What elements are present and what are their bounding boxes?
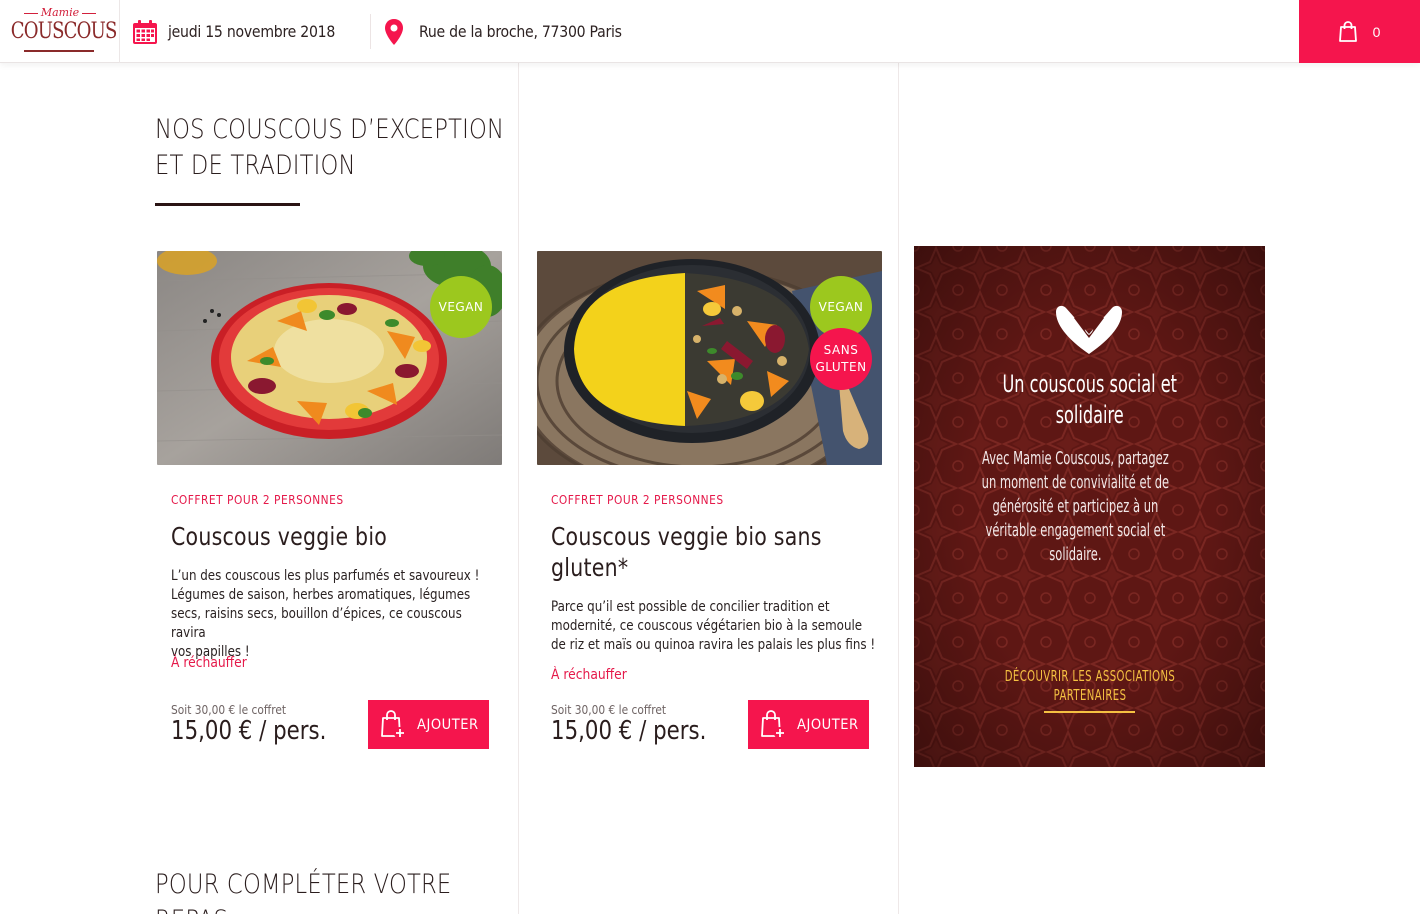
add-to-cart-button[interactable]: AJOUTER <box>368 700 489 749</box>
product-photo-couscous-veggie[interactable]: VEGAN <box>157 251 502 465</box>
product-name-line: gluten* <box>551 553 629 582</box>
section-title-line: POUR COMPLÉTER VOTRE <box>155 869 452 900</box>
delivery-date: jeudi 15 novembre 2018 <box>168 22 336 41</box>
section-title-line: REPAS <box>155 903 508 914</box>
product-description: Parce qu’il est possible de concilier tr… <box>551 598 879 655</box>
product-name[interactable]: Couscous veggie bio <box>171 521 483 552</box>
box-price-note: Soit 30,00 € le coffret <box>551 702 667 717</box>
section-title-complete-meal: POUR COMPLÉTER VOTRE REPAS <box>155 867 508 914</box>
promo-text: Avec Mamie Couscous, partagez un moment … <box>954 447 1225 567</box>
promo-text-line: solidaire. <box>1048 544 1102 565</box>
hands-heart-icon <box>1056 305 1122 354</box>
description-line: Légumes de saison, herbes aromatiques, l… <box>171 587 471 603</box>
promo-text-line: un moment de convivialité et de <box>981 472 1169 493</box>
header-divider <box>370 14 371 49</box>
promo-link-line: DÉCOUVRIR LES ASSOCIATIONS <box>1004 667 1175 685</box>
logo[interactable]: Mamie COUSCOUS <box>0 0 120 63</box>
product-name-line: Couscous veggie bio sans <box>551 522 822 551</box>
map-pin-icon <box>385 18 403 45</box>
product-photo-couscous-sans-gluten[interactable]: VEGAN SANS GLUTEN <box>537 251 882 465</box>
bag-plus-icon <box>761 709 786 739</box>
price-per-person: 15,00 € / pers. <box>171 716 327 746</box>
product-name[interactable]: Couscous veggie bio sans gluten* <box>551 521 863 583</box>
header: Mamie COUSCOUS jeudi 15 novembre 2018 Ru… <box>0 0 1420 63</box>
product-kicker: COFFRET POUR 2 PERSONNES <box>551 492 724 507</box>
promo-text-line: générosité et participez à un <box>992 496 1158 517</box>
logo-script: Mamie <box>0 6 120 19</box>
reheat-note: À réchauffer <box>551 667 627 683</box>
section-title-line: ET DE TRADITION <box>155 150 356 181</box>
promo-title-line: solidaire <box>1055 401 1124 429</box>
promo-text-line: véritable engagement social et <box>985 520 1165 541</box>
description-line: de riz et maïs ou quinoa ravira les pala… <box>551 637 876 653</box>
description-line: secs, raisins secs, bouillon d’épices, c… <box>171 606 462 641</box>
logo-underline <box>24 50 94 52</box>
add-button-label: AJOUTER <box>797 716 859 733</box>
delivery-address: Rue de la broche, 77300 Paris <box>419 22 622 41</box>
bag-plus-icon <box>381 709 406 739</box>
shopping-bag-icon <box>1338 21 1357 42</box>
add-button-label: AJOUTER <box>417 716 479 733</box>
calendar-icon <box>133 19 157 44</box>
cart-count: 0 <box>1372 23 1381 40</box>
add-to-cart-button[interactable]: AJOUTER <box>748 700 869 749</box>
discover-associations-link[interactable]: DÉCOUVRIR LES ASSOCIATIONS PARTENAIRES <box>914 667 1265 705</box>
promo-link-line: PARTENAIRES <box>1053 686 1126 704</box>
promo-text-line: Avec Mamie Couscous, partagez <box>981 448 1169 469</box>
promo-link-underline <box>1044 711 1135 713</box>
price-per-person: 15,00 € / pers. <box>551 716 707 746</box>
product-kicker: COFFRET POUR 2 PERSONNES <box>171 492 344 507</box>
gluten-free-badge: SANS GLUTEN <box>810 328 872 390</box>
promo-title: Un couscous social et solidaire <box>914 369 1265 431</box>
column-divider <box>898 63 899 914</box>
section-title-exception: NOS COUSCOUS D’EXCEPTION ET DE TRADITION <box>155 112 508 184</box>
description-line: Parce qu’il est possible de concilier tr… <box>551 599 830 615</box>
section-title-rule <box>155 203 300 206</box>
social-promo-card: Un couscous social et solidaire Avec Mam… <box>914 246 1265 767</box>
reheat-note: À réchauffer <box>171 655 247 671</box>
cart-button[interactable]: 0 <box>1299 0 1420 63</box>
logo-word: COUSCOUS <box>10 19 118 44</box>
promo-title-line: Un couscous social et <box>1002 370 1177 398</box>
column-divider <box>518 63 519 914</box>
product-description: L’un des couscous les plus parfumés et s… <box>171 567 499 662</box>
description-line: L’un des couscous les plus parfumés et s… <box>171 568 480 584</box>
delivery-address-selector[interactable]: Rue de la broche, 77300 Paris <box>384 0 649 63</box>
box-price-note: Soit 30,00 € le coffret <box>171 702 287 717</box>
section-title-line: NOS COUSCOUS D’EXCEPTION <box>155 114 505 145</box>
description-line: modernité, ce couscous végétarien bio à … <box>551 618 863 634</box>
vegan-badge: VEGAN <box>430 276 492 338</box>
delivery-date-selector[interactable]: jeudi 15 novembre 2018 <box>132 0 358 63</box>
